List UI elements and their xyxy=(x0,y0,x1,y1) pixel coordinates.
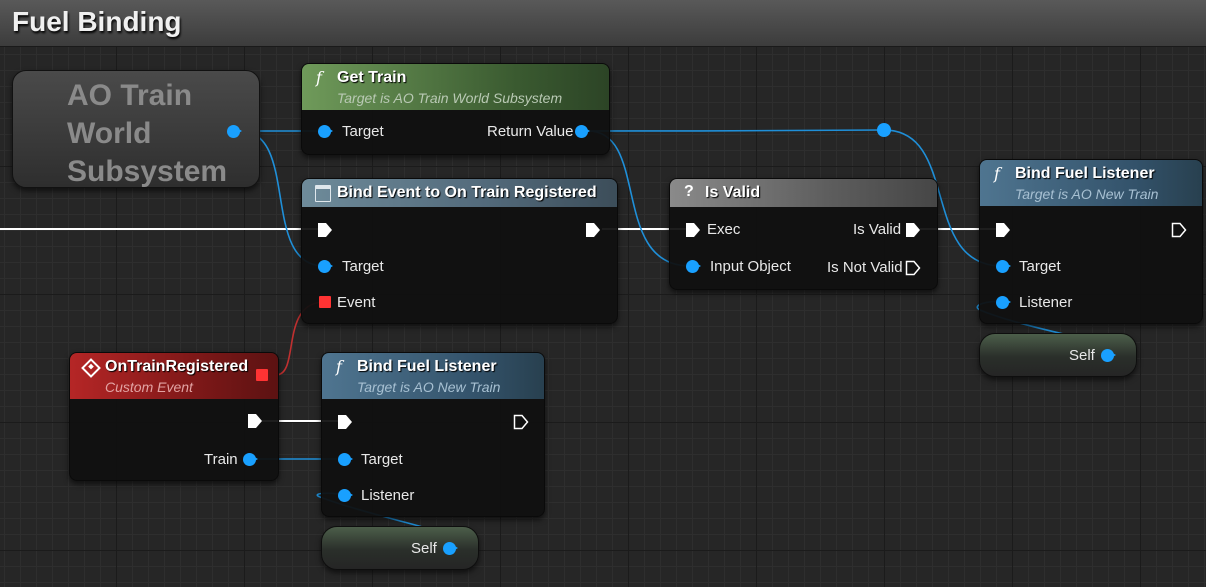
self-node[interactable]: Self xyxy=(979,333,1137,377)
subsystem-title-line: World xyxy=(67,117,152,150)
node-title: Bind Fuel Listener xyxy=(357,358,497,375)
function-icon: f xyxy=(336,357,342,376)
input-object-label: Input Object xyxy=(710,258,791,275)
custom-event-node[interactable]: OnTrainRegistered Custom Event Train xyxy=(69,352,279,481)
exec-out-pin[interactable] xyxy=(585,222,601,238)
exec-in-pin[interactable] xyxy=(685,222,701,238)
event-pin[interactable] xyxy=(319,296,331,308)
listener-pin[interactable] xyxy=(996,296,1011,309)
delegate-icon xyxy=(315,185,331,202)
listener-pin[interactable] xyxy=(338,489,353,502)
self-output-pin[interactable] xyxy=(443,542,458,555)
event-label: Event xyxy=(337,294,376,311)
node-title: OnTrainRegistered xyxy=(105,358,249,375)
node-subtitle: Target is AO New Train xyxy=(357,379,501,395)
target-pin[interactable] xyxy=(318,125,333,138)
input-object-pin[interactable] xyxy=(686,260,701,273)
return-value-pin[interactable] xyxy=(575,125,590,138)
self-output-pin[interactable] xyxy=(1101,349,1116,362)
delegate-output-pin[interactable] xyxy=(256,369,268,381)
is-not-valid-exec-pin[interactable] xyxy=(905,260,921,276)
node-subtitle: Target is AO Train World Subsystem xyxy=(337,90,563,106)
exec-out-pin[interactable] xyxy=(1171,222,1187,238)
self-label: Self xyxy=(411,540,437,557)
target-label: Target xyxy=(342,258,384,275)
node-subtitle: Custom Event xyxy=(105,379,193,395)
subsystem-title-line: Subsystem xyxy=(67,155,228,188)
target-label: Target xyxy=(361,451,403,468)
subsystem-output-pin[interactable] xyxy=(227,125,242,138)
get-train-node[interactable]: f Get Train Target is AO Train World Sub… xyxy=(301,63,610,155)
bind-fuel-listener-node[interactable]: f Bind Fuel Listener Target is AO New Tr… xyxy=(979,159,1203,324)
bind-event-node[interactable]: Bind Event to On Train Registered Target… xyxy=(301,178,618,324)
node-title: Bind Event to On Train Registered xyxy=(337,184,597,201)
function-icon: f xyxy=(316,68,322,87)
node-title: Bind Fuel Listener xyxy=(1015,165,1155,182)
is-valid-label: Is Valid xyxy=(853,221,902,238)
exec-out-pin[interactable] xyxy=(247,413,263,429)
is-valid-exec-pin[interactable] xyxy=(905,222,921,238)
target-label: Target xyxy=(342,123,384,140)
node-title: Get Train xyxy=(337,69,407,86)
self-label: Self xyxy=(1069,347,1095,364)
reroute-knot xyxy=(877,123,891,137)
target-label: Target xyxy=(1019,258,1061,275)
exec-in-pin[interactable] xyxy=(337,414,353,430)
target-pin[interactable] xyxy=(996,260,1011,273)
subsystem-title: AO Train World Subsystem xyxy=(67,77,227,191)
exec-out-pin[interactable] xyxy=(513,414,529,430)
target-pin[interactable] xyxy=(318,260,333,273)
exec-label: Exec xyxy=(707,221,741,238)
target-pin[interactable] xyxy=(338,453,353,466)
subsystem-title-line: AO Train xyxy=(67,79,193,112)
exec-in-pin[interactable] xyxy=(995,222,1011,238)
listener-label: Listener xyxy=(1019,294,1073,311)
node-subtitle: Target is AO New Train xyxy=(1015,186,1159,202)
train-output-pin[interactable] xyxy=(243,453,258,466)
bind-fuel-listener-node[interactable]: f Bind Fuel Listener Target is AO New Tr… xyxy=(321,352,545,517)
node-title: Is Valid xyxy=(705,184,761,201)
subsystem-getter-node[interactable]: AO Train World Subsystem xyxy=(12,70,260,188)
self-node[interactable]: Self xyxy=(321,526,479,570)
train-label: Train xyxy=(204,451,238,468)
return-value-label: Return Value xyxy=(487,123,574,140)
is-valid-node[interactable]: ? Is Valid Exec Is Valid Input Object Is… xyxy=(669,178,938,290)
function-icon: f xyxy=(994,164,1000,183)
exec-in-pin[interactable] xyxy=(317,222,333,238)
is-not-valid-label: Is Not Valid xyxy=(827,259,903,276)
question-icon: ? xyxy=(684,183,694,200)
listener-label: Listener xyxy=(361,487,415,504)
wire-return-to-reroute xyxy=(587,129,885,132)
